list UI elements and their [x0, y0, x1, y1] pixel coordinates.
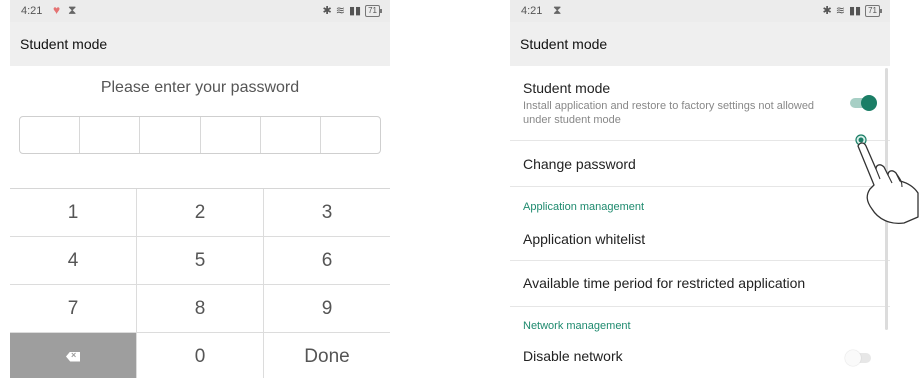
status-bar: 4:21 ⧗ ✱ ≋ ▮▮ 71	[510, 0, 890, 22]
hourglass-icon: ⧗	[68, 3, 77, 17]
signal-icon: ▮▮	[848, 5, 862, 17]
change-password-label: Change password	[523, 156, 636, 172]
key-3[interactable]: 3	[264, 189, 390, 236]
page-title: Student mode	[520, 36, 608, 52]
key-7[interactable]: 7	[10, 285, 137, 332]
password-prompt: Please enter your password	[100, 79, 300, 96]
password-digit-1[interactable]	[20, 117, 81, 153]
password-screen: 4:21 ♥ ⧗ ✱ ≋ ▮▮ 71 Student mode Please e…	[10, 0, 390, 378]
done-key[interactable]: Done	[264, 333, 390, 378]
status-bar: 4:21 ♥ ⧗ ✱ ≋ ▮▮ 71	[10, 0, 390, 22]
numeric-keypad: 1 2 3 4 5 6 7 8 9 × 0 Done	[10, 188, 390, 378]
password-digit-6[interactable]	[321, 117, 380, 153]
section-network-management: Network management	[523, 320, 631, 332]
key-6[interactable]: 6	[264, 237, 390, 284]
backspace-key[interactable]: ×	[10, 333, 137, 378]
password-digit-4[interactable]	[201, 117, 261, 153]
section-application-management: Application management	[523, 201, 645, 213]
app-bar: Student mode	[10, 22, 390, 66]
hourglass-icon: ⧗	[553, 3, 562, 17]
backspace-icon: ×	[66, 351, 80, 362]
status-time: 4:21	[21, 5, 43, 17]
student-mode-description: Install application and restore to facto…	[523, 100, 815, 126]
student-mode-toggle[interactable]	[850, 95, 877, 111]
student-mode-title: Student mode	[523, 80, 611, 96]
disable-network-label: Disable network	[523, 348, 623, 364]
application-whitelist-label: Application whitelist	[523, 231, 646, 247]
key-1[interactable]: 1	[10, 189, 137, 236]
password-digit-3[interactable]	[140, 117, 201, 153]
signal-icon: ▮▮	[348, 5, 362, 17]
heart-icon: ♥	[53, 3, 61, 17]
key-5[interactable]: 5	[137, 237, 264, 284]
password-digit-5[interactable]	[261, 117, 321, 153]
bluetooth-icon: ✱	[322, 5, 332, 17]
disable-network-toggle[interactable]	[845, 350, 871, 366]
key-0[interactable]: 0	[137, 333, 264, 378]
wifi-icon: ≋	[835, 5, 845, 17]
change-password-item[interactable]: Change password	[510, 141, 890, 186]
key-8[interactable]: 8	[137, 285, 264, 332]
student-mode-settings-screen: 4:21 ⧗ ✱ ≋ ▮▮ 71 Student mode Student mo…	[510, 0, 890, 378]
hand-pointer-icon	[855, 134, 919, 225]
password-digit-2[interactable]	[80, 117, 141, 153]
application-whitelist-item[interactable]: Application whitelist	[510, 220, 890, 260]
time-period-item[interactable]: Available time period for restricted app…	[510, 261, 890, 306]
student-mode-setting[interactable]: Student mode Install application and res…	[510, 66, 890, 140]
key-2[interactable]: 2	[137, 189, 264, 236]
battery-icon: 71	[865, 4, 882, 17]
time-period-label: Available time period for restricted app…	[523, 275, 806, 291]
disable-network-item[interactable]: Disable network	[510, 338, 890, 378]
key-9[interactable]: 9	[264, 285, 390, 332]
wifi-icon: ≋	[335, 5, 345, 17]
password-input[interactable]	[19, 116, 381, 154]
status-time: 4:21	[521, 5, 543, 17]
key-4[interactable]: 4	[10, 237, 137, 284]
battery-icon: 71	[365, 4, 382, 17]
page-title: Student mode	[20, 36, 108, 52]
app-bar: Student mode	[510, 22, 890, 66]
bluetooth-icon: ✱	[822, 5, 832, 17]
